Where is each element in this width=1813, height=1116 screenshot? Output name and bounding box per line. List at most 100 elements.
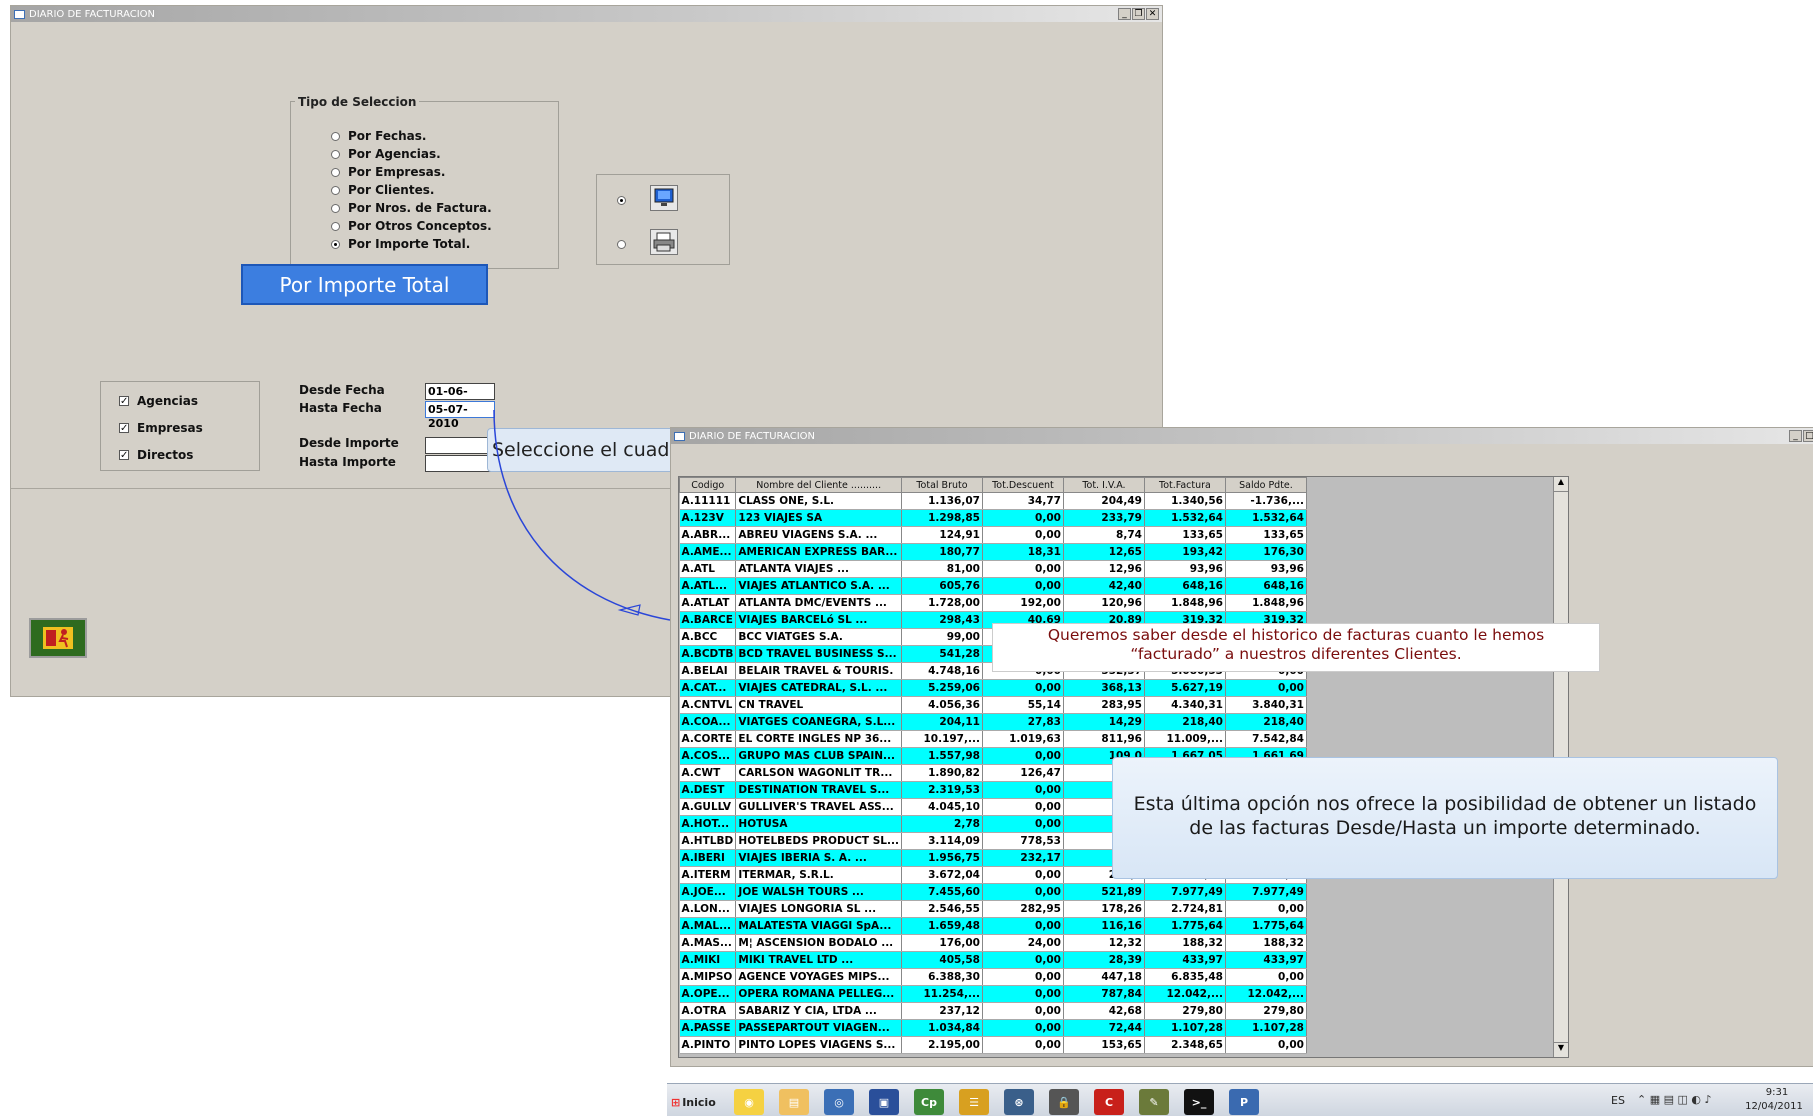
table-row[interactable]: A.AME... AMERICAN EXPRESS BAR... 180,77 18,… bbox=[679, 543, 1307, 561]
result-window-titlebar[interactable]: DIARIO DE FACTURACION _ □ bbox=[671, 428, 1813, 444]
fusion-icon[interactable]: ☰ bbox=[959, 1089, 989, 1115]
exit-button[interactable] bbox=[29, 618, 87, 658]
tray-icons[interactable]: ⌃ ▦ ▤ ◫ ◐ ♪ bbox=[1637, 1093, 1712, 1106]
column-header[interactable]: Tot. I.V.A. bbox=[1062, 477, 1145, 493]
column-header[interactable]: Tot.Factura bbox=[1143, 477, 1226, 493]
cmd-icon[interactable]: >_ bbox=[1184, 1089, 1214, 1115]
selection-radio[interactable] bbox=[331, 185, 340, 195]
selection-option-6[interactable]: Por Importe Total. bbox=[331, 237, 470, 251]
table-row[interactable]: A.MAS... M¦ ASCENSION BODALO ... 176,00 24,… bbox=[679, 934, 1307, 952]
type-checkbox-2[interactable]: ✓ Directos bbox=[119, 448, 193, 462]
type-checkbox-1[interactable]: ✓ Empresas bbox=[119, 421, 203, 435]
table-cell: 0,00 bbox=[1225, 679, 1307, 697]
table-row[interactable]: A.MIPSO AGENCE VOYAGES MIPS... 6.388,30 0,0… bbox=[679, 968, 1307, 986]
result-maximize-button[interactable]: □ bbox=[1803, 430, 1813, 442]
table-row[interactable]: A.JOE... JOE WALSH TOURS ... 7.455,60 0,00 5… bbox=[679, 883, 1307, 901]
result-minimize-button[interactable]: _ bbox=[1789, 430, 1802, 442]
table-cell: A.IBERI bbox=[679, 849, 737, 867]
output-printer-option[interactable] bbox=[617, 240, 634, 249]
table-row[interactable]: A.ATLAT ATLANTA DMC/EVENTS ... 1.728,00 192… bbox=[679, 594, 1307, 612]
table-row[interactable]: A.COA... VIATGES COANEGRA, S.L... 204,11 27… bbox=[679, 713, 1307, 731]
table-row[interactable]: A.CNTVL CN TRAVEL 4.056,36 55,14 283,95 4.340… bbox=[679, 696, 1307, 714]
desde-fecha-input[interactable]: 01-06-2010 bbox=[425, 383, 495, 412]
selection-option-3[interactable]: Por Clientes. bbox=[331, 183, 434, 197]
checkbox-box[interactable]: ✓ bbox=[119, 423, 129, 434]
restore-button[interactable]: ❐ bbox=[1132, 8, 1145, 20]
table-row[interactable]: A.PASSE PASSEPARTOUT VIAGEN... 1.034,84 0,0… bbox=[679, 1019, 1307, 1037]
type-checkbox-0[interactable]: ✓ Agencias bbox=[119, 394, 198, 408]
info-callout-bottom-text: Esta última opción nos ofrece la posibil… bbox=[1133, 793, 1757, 839]
table-row[interactable]: A.MIKI MIKI TRAVEL LTD ... 405,58 0,00 28,39… bbox=[679, 951, 1307, 969]
selection-radio[interactable] bbox=[331, 239, 340, 249]
app-icon[interactable]: ⊛ bbox=[1004, 1089, 1034, 1115]
selection-option-2[interactable]: Por Empresas. bbox=[331, 165, 445, 179]
table-row[interactable]: A.ATL... VIAJES ATLANTICO S.A. ... 605,76 0… bbox=[679, 577, 1307, 595]
checkbox-box[interactable]: ✓ bbox=[119, 396, 129, 407]
clock-time[interactable]: 9:31 bbox=[1752, 1087, 1802, 1098]
table-cell: MALATESTA VIAGGI SpA... bbox=[735, 917, 902, 935]
captivate-icon[interactable]: Cp bbox=[914, 1089, 944, 1115]
monitor-icon[interactable] bbox=[650, 185, 678, 211]
output-printer-radio[interactable] bbox=[617, 240, 626, 249]
selection-radio[interactable] bbox=[331, 203, 340, 213]
table-row[interactable]: A.CORTE EL CORTE INGLES NP 36... 10.197,..… bbox=[679, 730, 1307, 748]
selection-radio[interactable] bbox=[331, 167, 340, 177]
table-row[interactable]: A.MAL... MALATESTA VIAGGI SpA... 1.659,48 0… bbox=[679, 917, 1307, 935]
table-cell: CLASS ONE, S.L. bbox=[735, 492, 902, 510]
selection-option-1[interactable]: Por Agencias. bbox=[331, 147, 441, 161]
selection-option-0[interactable]: Por Fechas. bbox=[331, 129, 426, 143]
table-cell: 7.542,84 bbox=[1225, 730, 1307, 748]
output-screen-option[interactable] bbox=[617, 196, 634, 205]
scroll-down-arrow-icon[interactable]: ▼ bbox=[1554, 1042, 1568, 1057]
folder-icon[interactable]: ▤ bbox=[779, 1089, 809, 1115]
chrome-icon[interactable]: ◉ bbox=[734, 1089, 764, 1115]
column-header[interactable]: Saldo Pdte. bbox=[1224, 477, 1307, 493]
column-header[interactable]: Tot.Descuent bbox=[981, 477, 1064, 493]
close-button[interactable]: ✕ bbox=[1146, 8, 1159, 20]
selection-radio[interactable] bbox=[331, 149, 340, 159]
language-indicator[interactable]: ES bbox=[1611, 1094, 1625, 1107]
table-cell: 120,96 bbox=[1063, 594, 1145, 612]
selection-option-4[interactable]: Por Nros. de Factura. bbox=[331, 201, 492, 215]
table-row[interactable]: A.CAT... VIAJES CATEDRAL, S.L. ... 5.259,0… bbox=[679, 679, 1307, 697]
table-row[interactable]: A.123V 123 VIAJES SA 1.298,85 0,00 233,79 1.5… bbox=[679, 509, 1307, 527]
notes-icon[interactable]: ✎ bbox=[1139, 1089, 1169, 1115]
table-row[interactable]: A.ABR... ABREU VIAGENS S.A. ... 124,91 0,00… bbox=[679, 526, 1307, 544]
table-cell: 0,00 bbox=[982, 798, 1064, 816]
table-row[interactable]: A.OTRA SABARIZ Y CIA, LTDA ... 237,12 0,00 4… bbox=[679, 1002, 1307, 1020]
table-cell: EL CORTE INGLES NP 36... bbox=[735, 730, 902, 748]
selection-radio[interactable] bbox=[331, 221, 340, 231]
printer-icon[interactable] bbox=[650, 229, 678, 255]
table-cell: 1.848,96 bbox=[1144, 594, 1226, 612]
table-row[interactable]: A.LON... VIAJES LONGORIA SL ... 2.546,55 28… bbox=[679, 900, 1307, 918]
table-row[interactable]: A.PINTO PINTO LOPES VIAGENS S... 2.195,00 0… bbox=[679, 1036, 1307, 1054]
scroll-up-arrow-icon[interactable]: ▲ bbox=[1554, 477, 1568, 492]
table-cell: M¦ ASCENSION BODALO ... bbox=[735, 934, 902, 952]
c-icon[interactable]: C bbox=[1094, 1089, 1124, 1115]
table-cell: 133,65 bbox=[1144, 526, 1226, 544]
table-cell: 4.748,16 bbox=[901, 662, 983, 680]
table-cell: -1.736,... bbox=[1225, 492, 1307, 510]
selection-radio[interactable] bbox=[331, 131, 340, 141]
column-header[interactable]: Total Bruto bbox=[900, 477, 983, 493]
column-header[interactable]: Codigo bbox=[679, 477, 737, 493]
table-cell: VIAJES BARCELó SL ... bbox=[735, 611, 902, 629]
table-row[interactable]: A.11111 CLASS ONE, S.L. 1.136,07 34,77 204,4… bbox=[679, 492, 1307, 510]
column-header[interactable]: Nombre del Cliente .......... bbox=[735, 477, 902, 493]
selection-option-5[interactable]: Por Otros Conceptos. bbox=[331, 219, 492, 233]
lock-icon[interactable]: 🔒 bbox=[1049, 1089, 1079, 1115]
start-button[interactable]: ⊞ Inicio bbox=[671, 1090, 716, 1114]
p-icon[interactable]: P bbox=[1229, 1089, 1259, 1115]
table-cell: AGENCE VOYAGES MIPS... bbox=[735, 968, 902, 986]
table-cell: 55,14 bbox=[982, 696, 1064, 714]
checkbox-box[interactable]: ✓ bbox=[119, 450, 129, 461]
table-row[interactable]: A.OPE... OPERA ROMANA PELLEG... 11.254,...… bbox=[679, 985, 1307, 1003]
table-row[interactable]: A.ATL ATLANTA VIAJES ... 81,00 0,00 12,96 93,… bbox=[679, 560, 1307, 578]
save-icon[interactable]: ▣ bbox=[869, 1089, 899, 1115]
table-cell: 7.977,49 bbox=[1144, 883, 1226, 901]
thunderbird-icon[interactable]: ◎ bbox=[824, 1089, 854, 1115]
minimize-button[interactable]: _ bbox=[1118, 8, 1131, 20]
output-screen-radio[interactable] bbox=[617, 196, 626, 205]
main-window-titlebar[interactable]: DIARIO DE FACTURACION _ ❐ ✕ bbox=[11, 6, 1162, 22]
clock-date[interactable]: 12/04/2011 bbox=[1743, 1101, 1805, 1112]
